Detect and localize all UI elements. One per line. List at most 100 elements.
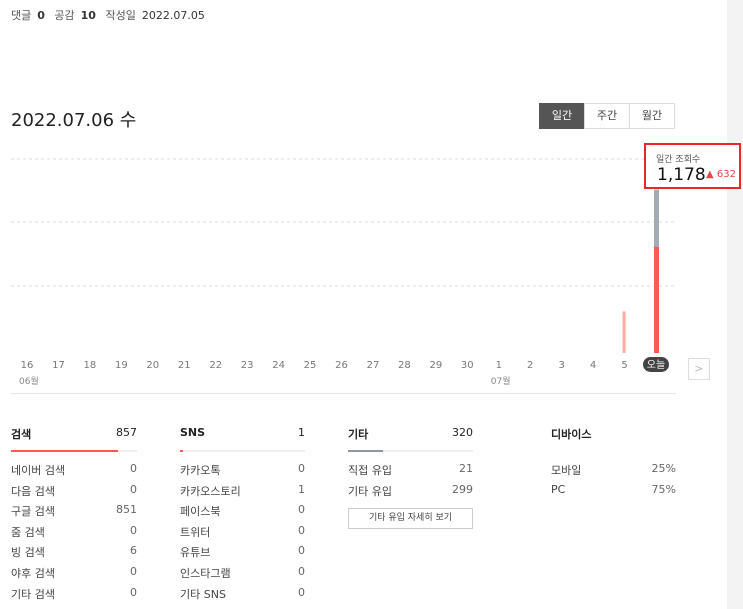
stats-search-row: 기타 검색 0 (11, 586, 137, 607)
stats-sns-header: SNS 1 (180, 426, 305, 452)
stats-row-value: 75% (651, 482, 676, 496)
stats-row-value: 851 (116, 503, 137, 517)
tooltip-delta-value: 632 (716, 169, 736, 180)
stats-sns-row: 유튜브 0 (180, 544, 305, 565)
stats-search-row: 줌 검색 0 (11, 524, 137, 545)
etc-details-button[interactable]: 기타 유입 자세히 보기 (348, 508, 473, 529)
x-tick-label[interactable]: 22 (209, 360, 222, 371)
x-tick-label[interactable]: 21 (178, 360, 191, 371)
stats-row-value: 0 (130, 482, 137, 496)
stats-row-label: 줌 검색 (11, 525, 45, 539)
stats-sns-count: 1 (298, 426, 305, 439)
tooltip-value: 1,178 (657, 165, 706, 185)
x-tick-label[interactable]: 20 (146, 360, 159, 371)
tooltip-delta: ▲ 632 (706, 169, 736, 180)
x-tick-label[interactable]: 24 (272, 360, 285, 371)
bar-views[interactable] (622, 311, 626, 353)
comments-label: 댓글 (11, 9, 32, 22)
x-tick-label[interactable]: 1 (496, 360, 502, 371)
stats-etc: 기타 320 직접 유입 21 기타 유입 299 (348, 426, 473, 503)
x-tick-label[interactable]: 4 (590, 360, 596, 371)
likes-count: 10 (80, 9, 96, 22)
stats-etc-progress (348, 450, 383, 452)
stats-device-title: 디바이스 (551, 428, 592, 441)
x-tick-label[interactable]: 30 (461, 360, 474, 371)
x-tick-label[interactable]: 23 (241, 360, 254, 371)
stats-search-row: 네이버 검색 0 (11, 462, 137, 483)
stats-row-value: 25% (651, 462, 676, 475)
x-tick-label[interactable]: 오늘 (647, 359, 665, 371)
tab-daily[interactable]: 일간 (539, 103, 585, 129)
x-tick-label[interactable]: 19 (115, 360, 128, 371)
bar-views-prev (654, 189, 659, 247)
stats-search: 검색 857 네이버 검색 0 다음 검색 0 구글 검색 851 줌 검색 0 빙 검색 6 야후… (11, 426, 137, 606)
stats-search-title: 검색 (11, 428, 32, 441)
range-tabs: 일간 주간 월간 (539, 103, 675, 129)
stats-row-value: 1 (298, 482, 305, 496)
stats-etc-row: 기타 유입 299 (348, 483, 473, 504)
page-title: 2022.07.06 수 (11, 110, 137, 131)
stats-search-row: 다음 검색 0 (11, 483, 137, 504)
divider (11, 393, 676, 394)
x-tick-label[interactable]: 16 (21, 360, 34, 371)
x-tick-label[interactable]: 18 (84, 360, 97, 371)
stats-row-label: 유튜브 (180, 546, 211, 560)
stats-row-label: 기타 유입 (348, 484, 392, 498)
stats-search-progress (11, 450, 118, 452)
month-label: 07월 (491, 375, 511, 387)
x-tick-label[interactable]: 3 (558, 360, 564, 371)
views-chart-svg: 16 17 18 19 20 21 22 23 24 25 26 27 28 29 30 1 2 3 4 5 오늘06월… (11, 158, 676, 387)
stats-row-value: 0 (130, 585, 137, 599)
created-label: 작성일 (105, 9, 136, 22)
stats-etc-header: 기타 320 (348, 426, 473, 452)
x-tick-label[interactable]: 27 (367, 360, 380, 371)
views-chart: 16 17 18 19 20 21 22 23 24 25 26 27 28 29 30 1 2 3 4 5 오늘 06월… (0, 140, 700, 390)
stats-row-value: 0 (298, 544, 305, 558)
stats-search-count: 857 (116, 426, 137, 439)
stats-row-value: 0 (298, 523, 305, 537)
x-tick-label[interactable]: 29 (429, 360, 442, 371)
stats-etc-title: 기타 (348, 428, 369, 441)
stats-row-label: 기타 검색 (11, 587, 55, 601)
up-arrow-icon: ▲ (706, 169, 714, 180)
stats-sns-row: 트위터 0 (180, 524, 305, 545)
stats-row-label: PC (551, 482, 566, 496)
x-tick-label[interactable]: 28 (398, 360, 411, 371)
created-date: 2022.07.05 (141, 9, 205, 22)
stats-row-value: 21 (459, 462, 473, 475)
stats-row-value: 0 (298, 564, 305, 578)
stats-row-value: 0 (298, 503, 305, 517)
daily-views-tooltip: 일간 조회수 1,178 ▲ 632 (644, 143, 741, 189)
x-tick-label[interactable]: 2 (527, 360, 533, 371)
stats-sns-row: 카카오톡 0 (180, 462, 305, 483)
x-tick-label[interactable]: 17 (52, 360, 65, 371)
next-period-button[interactable]: > (688, 358, 710, 380)
stats-row-value: 0 (130, 523, 137, 537)
stats-row-label: 구글 검색 (11, 505, 55, 519)
stats-row-value: 0 (130, 462, 137, 475)
stats-sns: SNS 1 카카오톡 0 카카오스토리 1 페이스북 0 트위터 0 유튜브 0 인스타그램 0 기타 … (180, 426, 305, 606)
stats-row-label: 다음 검색 (11, 484, 55, 498)
stats-search-row: 구글 검색 851 (11, 503, 137, 524)
stats-sns-row: 페이스북 0 (180, 503, 305, 524)
stats-row-label: 기타 SNS (180, 587, 226, 601)
stats-search-row: 빙 검색 6 (11, 544, 137, 565)
stats-device-header: 디바이스 (551, 426, 676, 452)
stats-sns-progress (180, 450, 183, 452)
tab-monthly[interactable]: 월간 (629, 103, 675, 129)
x-tick-label[interactable]: 5 (621, 360, 627, 371)
x-tick-label[interactable]: 25 (304, 360, 317, 371)
stats-sns-title: SNS (180, 426, 206, 439)
stats-device-row: 모바일 25% (551, 462, 676, 483)
stats-sns-row: 카카오스토리 1 (180, 483, 305, 504)
comments-count: 0 (37, 9, 45, 22)
stats-row-label: 네이버 검색 (11, 464, 66, 477)
stats-etc-row: 직접 유입 21 (348, 462, 473, 483)
x-tick-label[interactable]: 26 (335, 360, 348, 371)
stats-row-value: 0 (298, 462, 305, 475)
scrollbar-gutter[interactable] (727, 0, 743, 609)
post-meta: 댓글 0 공감 10 작성일 2022.07.05 (11, 7, 205, 23)
tab-weekly[interactable]: 주간 (584, 103, 630, 129)
stats-sns-track (180, 450, 305, 452)
stats-etc-count: 320 (452, 426, 473, 439)
